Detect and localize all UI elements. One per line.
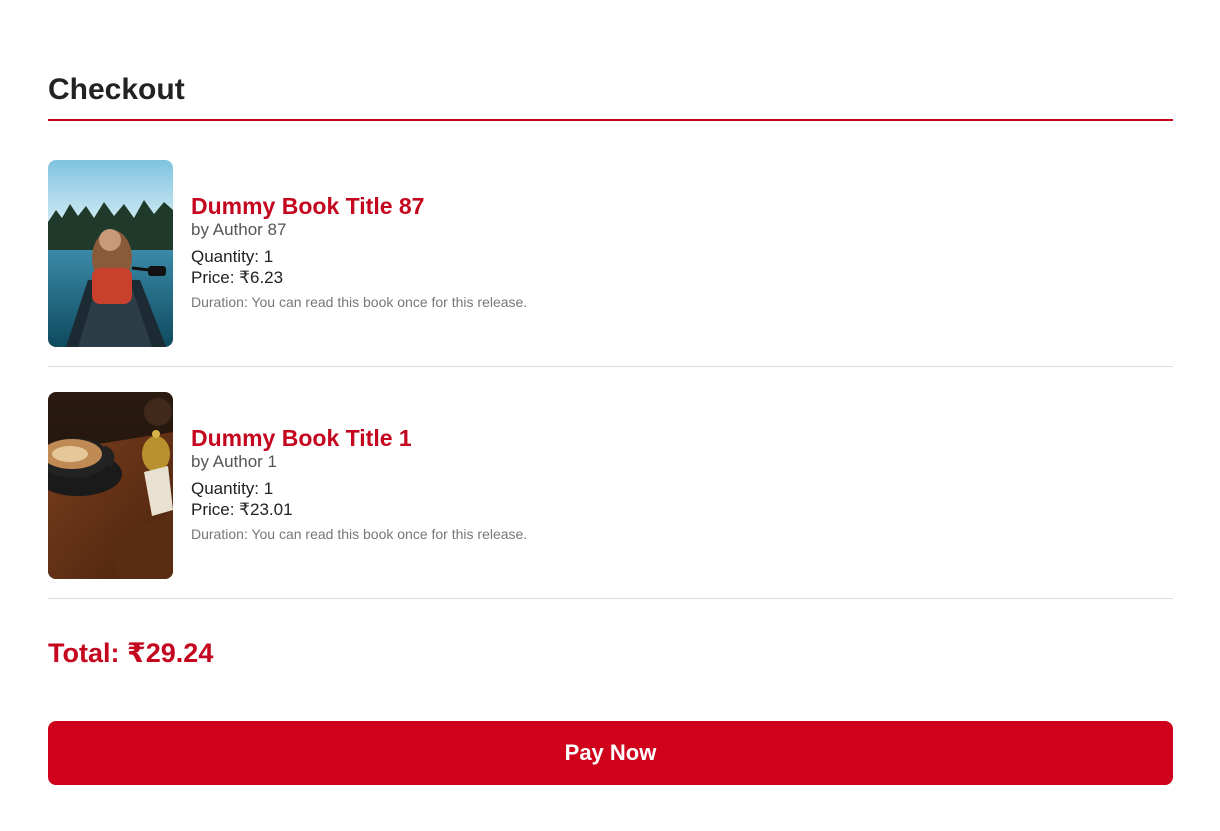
- book-title[interactable]: Dummy Book Title 1: [191, 423, 527, 453]
- title-divider: [48, 119, 1173, 121]
- item-duration: Duration: You can read this book once fo…: [191, 526, 528, 542]
- checkout-page: Checkout Dummy Book Title 87 by Author 8…: [0, 0, 1220, 831]
- cart-item-info: Dummy Book Title 1 by Author 1 Quantity:…: [191, 423, 527, 543]
- item-quantity: Quantity: 1: [191, 247, 274, 266]
- order-total: Total: ₹29.24: [48, 638, 214, 668]
- item-quantity: Quantity: 1: [191, 479, 274, 498]
- book-author: by Author 1: [191, 452, 278, 471]
- book-title[interactable]: Dummy Book Title 87: [191, 191, 527, 221]
- book-cover-image: [48, 392, 173, 579]
- cart-item-info: Dummy Book Title 87 by Author 87 Quantit…: [191, 191, 527, 311]
- lake-canoe-photo-icon: [48, 160, 173, 347]
- pay-now-button[interactable]: Pay Now: [48, 721, 1173, 785]
- page-title: Checkout: [48, 73, 185, 106]
- book-author: by Author 87: [191, 220, 287, 239]
- item-duration: Duration: You can read this book once fo…: [191, 294, 528, 310]
- item-price: Price: ₹6.23: [191, 268, 284, 287]
- book-cover-image: [48, 160, 173, 347]
- coffee-cup-photo-icon: [48, 392, 173, 579]
- item-price: Price: ₹23.01: [191, 500, 293, 519]
- item-divider: [48, 366, 1173, 367]
- item-divider: [48, 598, 1173, 599]
